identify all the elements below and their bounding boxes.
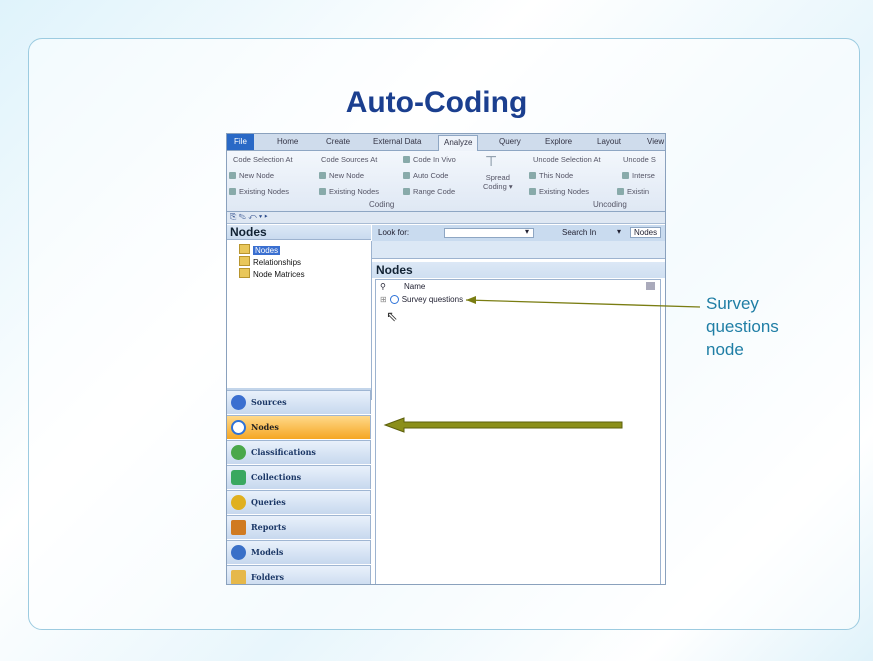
annotation-overlay	[383, 296, 701, 433]
nodes-pointer-arrow	[383, 417, 623, 433]
callout-leader-line	[465, 299, 701, 308]
slide: Auto-Coding File Home Create External Da…	[0, 0, 873, 661]
callout-leader-arrowhead	[466, 296, 476, 304]
